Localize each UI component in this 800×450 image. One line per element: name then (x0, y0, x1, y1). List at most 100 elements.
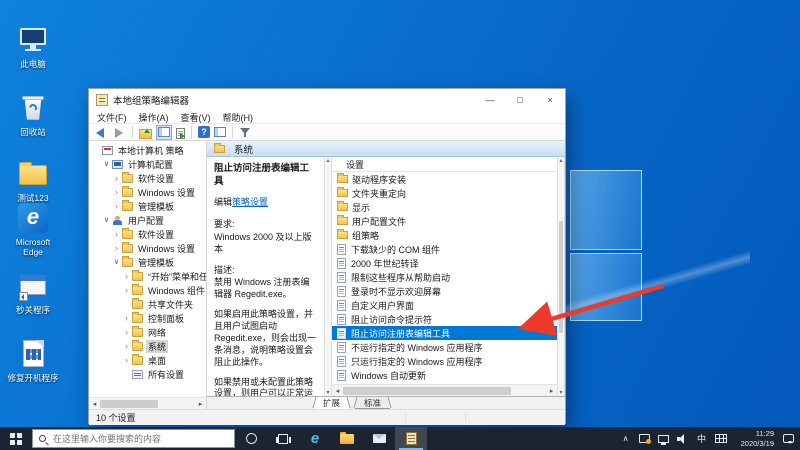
action-badge-button[interactable] (635, 427, 654, 450)
tree-item-5[interactable]: ∨用户配置 (89, 213, 206, 227)
desktop-icon-app-window[interactable]: 秒关程序 (4, 270, 62, 315)
list-item-2[interactable]: 显示 (332, 200, 557, 214)
cortana-button[interactable] (235, 427, 267, 450)
expander-icon[interactable]: › (112, 202, 121, 211)
list-item-6[interactable]: 2000 年世纪转译 (332, 256, 557, 270)
volume-button[interactable] (673, 427, 692, 450)
list-item-1[interactable]: 文件夹重定向 (332, 186, 557, 200)
list-item-10[interactable]: 阻止访问命令提示符 (332, 312, 557, 326)
tree-item-11[interactable]: 共享文件夹 (89, 297, 206, 311)
expander-icon[interactable]: › (122, 286, 131, 295)
tree-item-0[interactable]: 本地计算机 策略 (89, 143, 206, 157)
minimize-button[interactable]: — (475, 89, 505, 111)
search-input[interactable] (51, 433, 228, 445)
expander-icon[interactable]: ∨ (102, 160, 111, 168)
tab-extended[interactable]: 扩展 (314, 397, 349, 409)
menu-item-help[interactable]: 帮助(H) (223, 111, 254, 124)
description-vscrollbar[interactable]: ▴ ▾ (324, 157, 332, 396)
tree-item-7[interactable]: ›Windows 设置 (89, 241, 206, 255)
export-list-icon[interactable] (176, 128, 185, 139)
edge-taskbar-button[interactable]: e (299, 427, 331, 450)
menu-item-view[interactable]: 查看(V) (181, 111, 211, 124)
close-button[interactable]: × (535, 89, 565, 111)
desktop-icon-folder[interactable]: 测试123 (4, 158, 62, 203)
mail-button[interactable] (363, 427, 395, 450)
desktop-icon-this-pc[interactable]: 此电脑 (4, 24, 62, 69)
desktop-icon-edge[interactable]: eMicrosoft Edge (4, 202, 62, 257)
list-hscrollbar[interactable]: ◂ ▸ (332, 384, 557, 396)
taskbar-clock[interactable]: 11:29 2020/3/19 (730, 429, 776, 448)
desktop-icon-recycle-bin[interactable]: 回收站 (4, 92, 62, 137)
tree-item-3[interactable]: ›Windows 设置 (89, 185, 206, 199)
tree-item-2[interactable]: ›软件设置 (89, 171, 206, 185)
tree-item-14[interactable]: ›系统 (89, 339, 206, 353)
tree-item-6[interactable]: ›软件设置 (89, 227, 206, 241)
edit-policy-link[interactable]: 策略设置 (232, 197, 268, 207)
tree-item-12[interactable]: ›控制面板 (89, 311, 206, 325)
menu-item-action[interactable]: 操作(A) (139, 111, 169, 124)
list-item-5[interactable]: 下载缺少的 COM 组件 (332, 242, 557, 256)
scroll-right-icon[interactable]: ▸ (195, 400, 206, 408)
expander-icon[interactable]: ∨ (112, 258, 121, 266)
tree-item-8[interactable]: ∨管理模板 (89, 255, 206, 269)
task-view-button[interactable] (267, 427, 299, 450)
list-hscroll-thumb[interactable] (343, 387, 511, 395)
list-item-12[interactable]: 不运行指定的 Windows 应用程序 (332, 340, 557, 354)
tree-item-16[interactable]: 所有设置 (89, 367, 206, 381)
scroll-down-icon[interactable]: ▾ (559, 389, 562, 396)
maximize-button[interactable]: □ (505, 89, 535, 111)
notification-center-button[interactable] (776, 427, 800, 450)
scroll-up-icon[interactable]: ▴ (559, 157, 562, 164)
tree-item-4[interactable]: ›管理模板 (89, 199, 206, 213)
title-bar[interactable]: 本地组策略编辑器 —□× (89, 89, 565, 111)
list-item-8[interactable]: 登录时不显示欢迎屏幕 (332, 284, 557, 298)
show-console-tree-icon[interactable] (156, 125, 172, 140)
file-explorer-button[interactable] (331, 427, 363, 450)
network-button[interactable] (654, 427, 673, 450)
expander-icon[interactable]: › (122, 272, 131, 281)
forward-icon[interactable] (112, 126, 126, 139)
ime-indicator[interactable]: 中 (692, 427, 711, 450)
help-icon[interactable]: ? (198, 126, 210, 138)
expander-icon[interactable]: › (112, 230, 121, 239)
scroll-left-icon[interactable]: ◂ (89, 400, 100, 408)
gpedit-taskbar-button[interactable] (395, 427, 427, 450)
list-item-11[interactable]: 阻止访问注册表编辑工具 (332, 326, 557, 340)
tab-standard[interactable]: 标准 (355, 397, 390, 409)
list-item-7[interactable]: 限制这些程序从帮助启动 (332, 270, 557, 284)
expander-icon[interactable]: › (122, 314, 131, 323)
expander-icon[interactable]: › (112, 188, 121, 197)
list-vscroll-thumb[interactable] (559, 221, 563, 333)
tree-item-10[interactable]: ›Windows 组件 (89, 283, 206, 297)
tree-item-13[interactable]: ›网络 (89, 325, 206, 339)
show-action-pane-icon[interactable] (214, 127, 226, 137)
expander-icon[interactable]: › (122, 356, 131, 365)
tree-hscrollbar[interactable]: ◂ ▸ (89, 397, 206, 409)
scroll-right-icon[interactable]: ▸ (546, 387, 557, 395)
list-item-13[interactable]: 只运行指定的 Windows 应用程序 (332, 354, 557, 368)
tree-hscroll-thumb[interactable] (100, 400, 158, 408)
touch-keyboard-button[interactable] (711, 427, 730, 450)
list-item-14[interactable]: Windows 自动更新 (332, 368, 557, 382)
up-one-level-icon[interactable] (139, 126, 152, 139)
scroll-up-icon[interactable]: ▴ (326, 157, 329, 164)
menu-item-file[interactable]: 文件(F) (97, 111, 127, 124)
start-button[interactable] (0, 427, 32, 450)
tree-item-15[interactable]: ›桌面 (89, 353, 206, 367)
scroll-down-icon[interactable]: ▾ (326, 389, 329, 396)
expander-icon[interactable]: › (122, 342, 131, 351)
list-item-3[interactable]: 用户配置文件 (332, 214, 557, 228)
settings-column-header[interactable]: 设置 (332, 157, 557, 172)
list-item-9[interactable]: 自定义用户界面 (332, 298, 557, 312)
expander-icon[interactable]: ∨ (102, 216, 111, 224)
scroll-left-icon[interactable]: ◂ (332, 387, 343, 395)
list-item-0[interactable]: 驱动程序安装 (332, 172, 557, 186)
taskbar-search[interactable] (32, 429, 235, 448)
list-vscrollbar[interactable]: ▴ ▾ (557, 157, 565, 396)
tray-expand-button[interactable]: ∧ (616, 427, 635, 450)
tree-item-1[interactable]: ∨计算机配置 (89, 157, 206, 171)
expander-icon[interactable]: › (122, 328, 131, 337)
tree-item-9[interactable]: ›“开始”菜单和任务栏 (89, 269, 206, 283)
desktop-icon-reg-file[interactable]: 修复开机程序 (4, 338, 62, 383)
expander-icon[interactable]: › (112, 174, 121, 183)
